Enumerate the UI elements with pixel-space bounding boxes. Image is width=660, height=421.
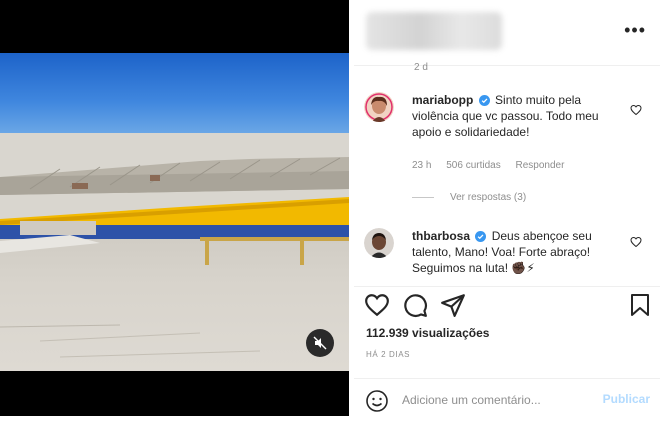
comment-time: 23 h	[412, 160, 432, 171]
emoji-icon[interactable]	[365, 389, 389, 413]
stadium-building	[0, 157, 349, 229]
ground-cracks	[0, 324, 261, 358]
comment-meta: 23 h 506 curtidas Responder	[412, 160, 576, 171]
comment-text-block: thbarbosa Deus abençoe seu talento, Mano…	[412, 228, 624, 276]
actions-divider	[354, 286, 660, 287]
like-comment-heart-icon[interactable]	[630, 236, 642, 248]
comment-input[interactable]	[402, 389, 592, 411]
verified-icon	[475, 231, 487, 242]
post-details-panel: ••• 2 d mariabopp Sinto muito pela violê…	[354, 0, 660, 421]
post-header: •••	[354, 0, 660, 66]
verified-icon	[478, 95, 490, 106]
mute-button[interactable]	[306, 329, 334, 357]
save-icon[interactable]	[628, 292, 652, 318]
video-frame	[0, 53, 349, 371]
mute-icon	[313, 336, 327, 350]
like-comment-heart-icon[interactable]	[630, 104, 642, 116]
avatar[interactable]	[364, 228, 394, 258]
share-icon[interactable]	[440, 292, 466, 318]
blurred-author-name	[366, 12, 502, 50]
avatar[interactable]	[364, 92, 394, 122]
publish-button[interactable]: Publicar	[603, 392, 650, 406]
comment-icon[interactable]	[402, 292, 428, 318]
previous-comment-meta: 2 d	[414, 62, 428, 73]
skate-obstacles	[0, 221, 349, 265]
view-replies-label: Ver respostas (3)	[450, 192, 527, 203]
replies-line	[412, 197, 434, 198]
heart-icon[interactable]	[364, 292, 390, 318]
more-options-icon[interactable]: •••	[624, 20, 646, 41]
add-comment-bar: Publicar	[354, 378, 660, 421]
post-date: HÁ 2 DIAS	[366, 350, 411, 359]
reply-button[interactable]: Responder	[516, 160, 565, 171]
comment-text-block: mariabopp Sinto muito pela violência que…	[412, 92, 624, 140]
post-actions-bar	[354, 292, 660, 322]
comment-username[interactable]: thbarbosa	[412, 229, 470, 243]
comment-username[interactable]: mariabopp	[412, 93, 473, 107]
comment-likes[interactable]: 506 curtidas	[446, 160, 500, 171]
view-count[interactable]: 112.939 visualizações	[366, 326, 489, 340]
post-media-video[interactable]	[0, 0, 349, 416]
view-replies-button[interactable]: Ver respostas (3)	[412, 192, 526, 203]
